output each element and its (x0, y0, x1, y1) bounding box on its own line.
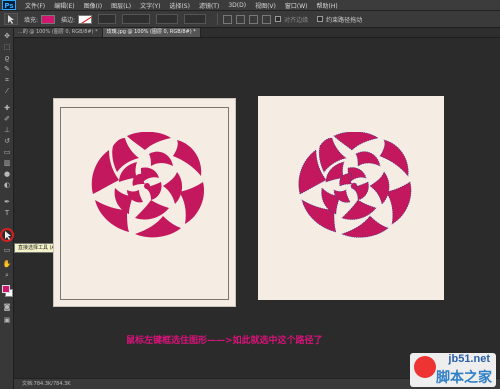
photoshop-logo: Ps (2, 0, 16, 10)
eyedropper-icon[interactable]: ⁄ (2, 87, 12, 96)
crop-icon[interactable]: ⌗ (2, 76, 12, 85)
align-edges-label: 对齐边缘 (284, 16, 309, 24)
screen-mode-icon[interactable]: ▣ (2, 316, 12, 325)
zoom-icon[interactable]: ⌕ (2, 271, 12, 280)
gradient-icon[interactable]: ▥ (2, 159, 12, 168)
menu-layer[interactable]: 图层(L) (111, 1, 131, 10)
shape-icon[interactable]: ▭ (2, 246, 12, 255)
tab-document-1[interactable]: ...的 @ 100% (图层 0, RGB/8#) * (14, 28, 103, 37)
site-logo-icon (414, 356, 436, 378)
watermark-url: jb51.net (448, 353, 490, 365)
menu-window[interactable]: 窗口(W) (285, 1, 308, 10)
menu-view[interactable]: 视图(V) (255, 1, 276, 10)
rose-shape-right-selected (298, 132, 412, 238)
constrain-path-label: 约束路径拖动 (326, 16, 363, 24)
healing-icon[interactable]: ✚ (2, 104, 12, 113)
document-tabs: ...的 @ 100% (图层 0, RGB/8#) * 玫瑰.jpg @ 10… (14, 28, 500, 38)
width-field[interactable] (156, 14, 179, 24)
menu-3d[interactable]: 3D(D) (228, 2, 246, 9)
gear-icon[interactable] (262, 14, 272, 24)
fill-label: 填充: (24, 16, 39, 24)
tools-panel: ✥ ⬚ ϱ ✎ ⌗ ⁄ ✚ ✐ ⊥ ↺ ▭ ▥ ● ◐ ✒ T ▭ ✋ ⌕ ◙ … (0, 28, 14, 389)
height-field[interactable] (184, 14, 207, 24)
menu-filter[interactable]: 滤镜(T) (199, 1, 219, 10)
tab-document-2[interactable]: 玫瑰.jpg @ 100% (图层 0, RGB/8#) * (102, 28, 201, 37)
fill-swatch[interactable] (41, 14, 56, 24)
quick-select-icon[interactable]: ✎ (2, 65, 12, 74)
menu-image[interactable]: 图像(I) (84, 1, 102, 10)
blur-icon[interactable]: ● (2, 170, 12, 179)
document-size: 文档:784.3K/784.3K (22, 381, 71, 387)
hand-icon[interactable]: ✋ (2, 260, 12, 269)
history-brush-icon[interactable]: ↺ (2, 137, 12, 146)
pen-icon[interactable]: ✒ (2, 198, 12, 207)
dodge-icon[interactable]: ◐ (2, 181, 12, 190)
direct-select-icon[interactable] (0, 228, 14, 242)
stroke-type-dropdown[interactable] (122, 14, 151, 24)
tool-preset-picker[interactable] (4, 13, 18, 25)
separator (217, 13, 219, 25)
foreground-color-swatch[interactable] (2, 285, 10, 293)
rose-shape-left (91, 132, 205, 238)
menu-select[interactable]: 选择(S) (169, 1, 190, 10)
constrain-path-checkbox[interactable] (317, 16, 324, 22)
quick-mask-icon[interactable]: ◙ (2, 303, 12, 312)
eraser-icon[interactable]: ▭ (2, 148, 12, 157)
move-icon[interactable]: ✥ (2, 32, 12, 41)
brush-icon[interactable]: ✐ (2, 115, 12, 124)
site-watermark: jb51.net 脚本之家 (410, 353, 496, 387)
menu-bar: Ps 文件(F) 编辑(E) 图像(I) 图层(L) 文字(Y) 选择(S) 滤… (0, 0, 500, 11)
path-arrangement-icon[interactable] (249, 14, 259, 24)
stroke-width-field[interactable] (98, 14, 117, 24)
menu-edit[interactable]: 编辑(E) (54, 1, 74, 10)
instruction-caption: 鼠标左键框选住图形——>如此就选中这个路径了 (126, 336, 323, 346)
no-stroke-icon (81, 16, 92, 23)
stroke-label: 描边: (61, 16, 76, 24)
lasso-icon[interactable]: ϱ (2, 54, 12, 63)
canvas-document-right[interactable] (258, 96, 444, 300)
menu-type[interactable]: 文字(Y) (140, 1, 160, 10)
type-icon[interactable]: T (2, 209, 12, 218)
path-alignment-icon[interactable] (236, 14, 246, 24)
direct-select-icon (8, 15, 14, 24)
watermark-text: 脚本之家 (436, 370, 492, 386)
canvas-document-left[interactable] (53, 98, 236, 307)
stroke-swatch[interactable] (78, 14, 93, 24)
path-operations-icon[interactable] (223, 14, 233, 24)
options-bar: 填充: 描边: 对齐边缘 约束路径拖动 (0, 11, 500, 28)
menu-help[interactable]: 帮助(H) (317, 1, 338, 10)
menu-file[interactable]: 文件(F) (25, 1, 45, 10)
align-edges-checkbox[interactable] (275, 16, 282, 22)
stamp-icon[interactable]: ⊥ (2, 126, 12, 135)
marquee-icon[interactable]: ⬚ (2, 43, 12, 52)
